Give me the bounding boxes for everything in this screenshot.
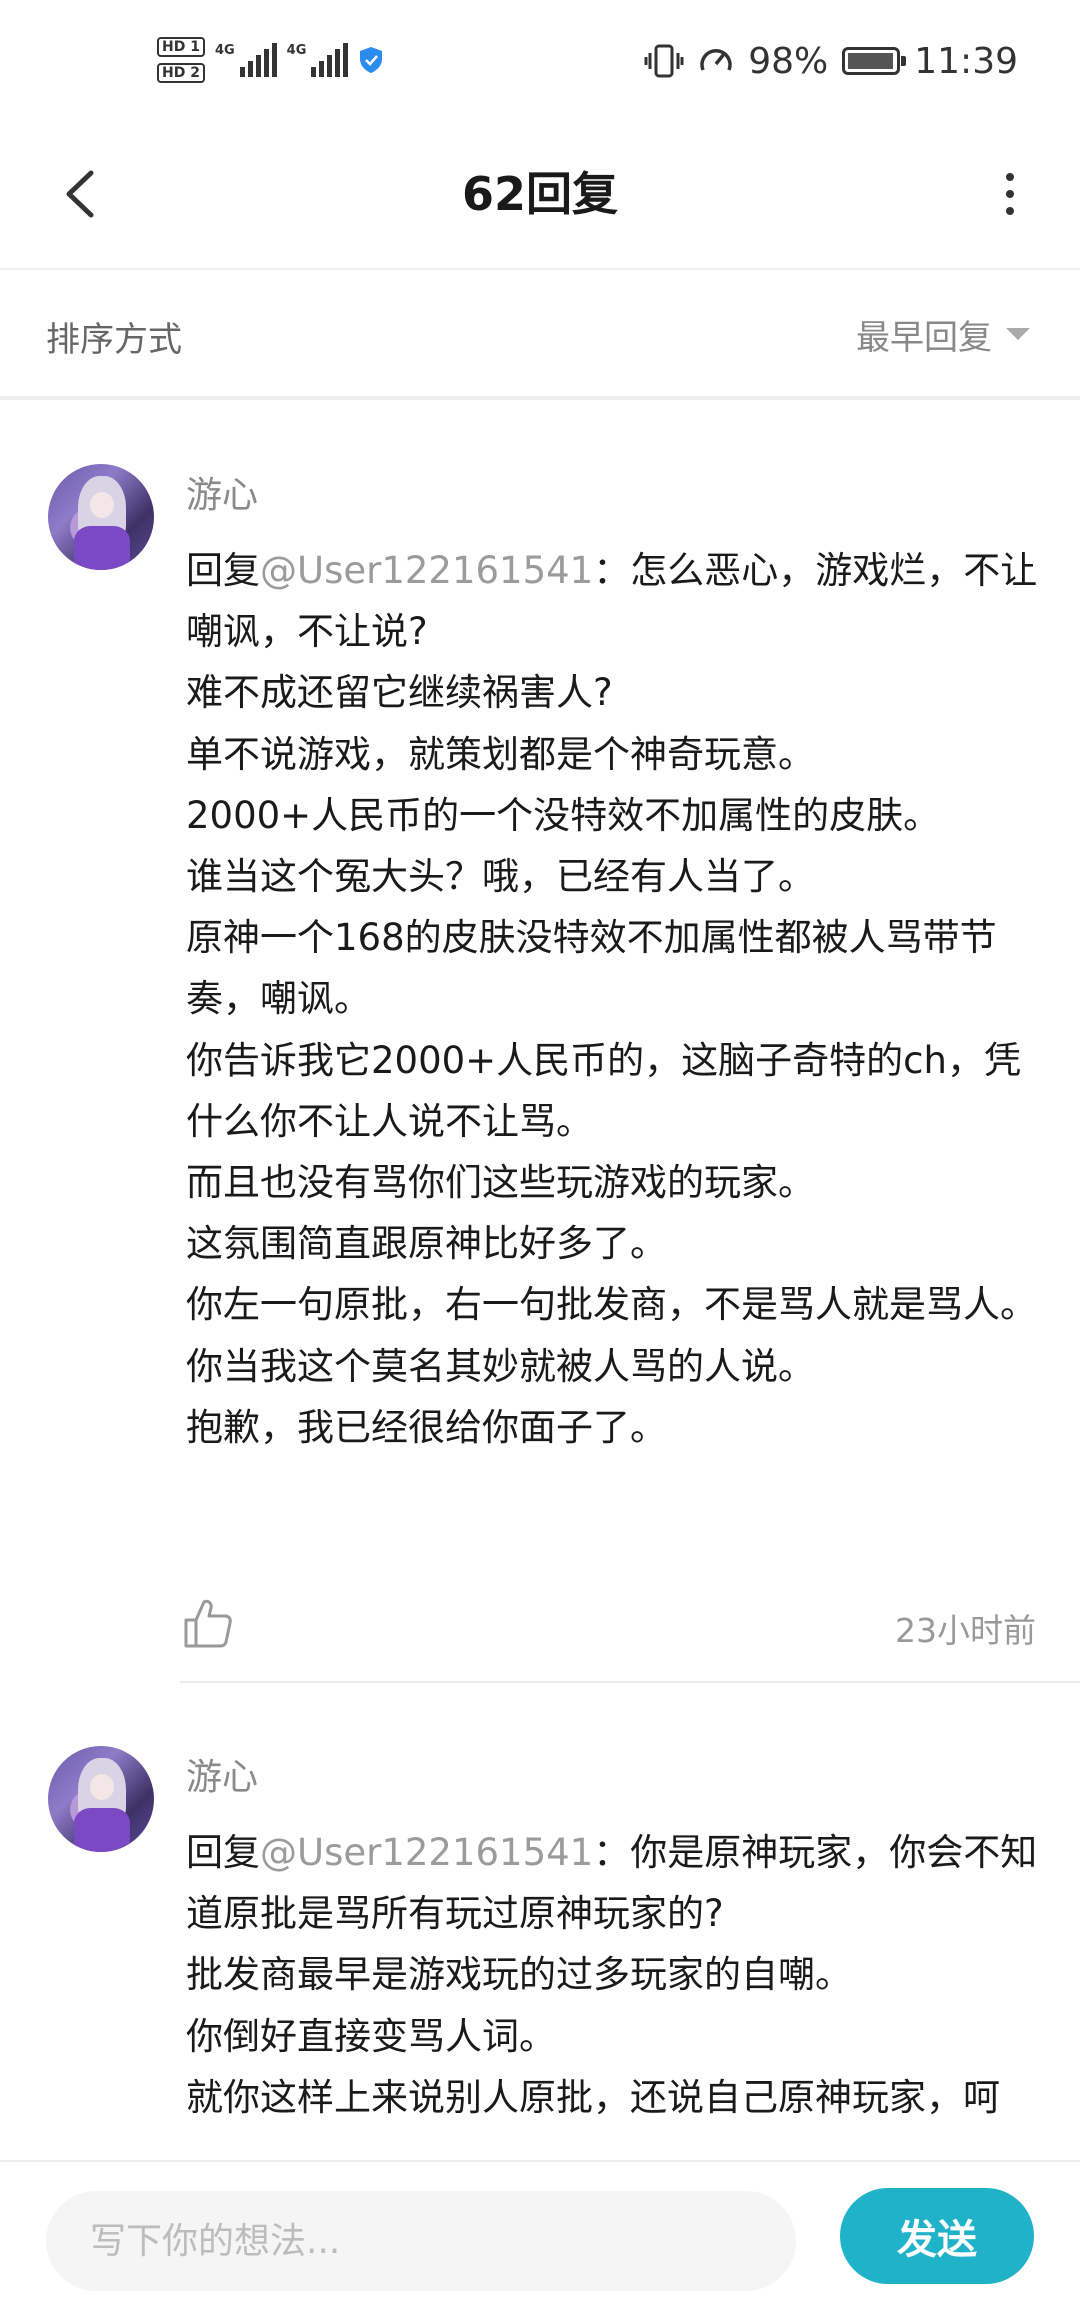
reply-line: 谁当这个冤大头？哦，已经有人当了。 [186,855,815,899]
sort-dropdown[interactable]: 最早回复 [856,306,1030,362]
page-title: 62回复 [461,167,618,221]
mention-link[interactable]: @User122161541 [260,549,593,592]
divider [180,1681,1080,1683]
reply-line: 就你这样上来说别人原批，还说自己原神玩家，呵 [186,2075,1000,2119]
reply-line: 你告诉我它2000+人民币的，这脑子奇特的ch，凭什么你不让人说不让骂。 [186,1038,1021,1143]
shield-icon [360,47,383,73]
sim2-badge: HD 2 [157,63,205,83]
network2-label: 4G [286,43,307,58]
signal-icon-2: 4G [287,43,349,77]
avatar[interactable] [48,464,154,570]
top-bar: 62回复 [0,120,1080,270]
caret-down-icon [1006,328,1030,340]
reply-line: 而且也没有骂你们这些玩游戏的玩家。 [186,1161,815,1205]
clock: 11:39 [914,40,1018,82]
reply-prefix: 回复 [186,1831,260,1874]
battery-percent: 98% [748,40,829,82]
send-button[interactable]: 发送 [840,2188,1034,2284]
more-vertical-icon [1006,173,1014,181]
mention-link[interactable]: @User122161541 [260,1831,593,1874]
sim-indicators: HD 1 HD 2 [157,37,205,83]
battery-icon [842,47,907,75]
reply-line: 2000+人民币的一个没特效不加属性的皮肤。 [186,793,941,837]
sort-selected-value: 最早回复 [856,317,992,358]
avatar[interactable] [48,1746,154,1852]
comment-composer: 发送 [0,2160,1080,2312]
reply-first-line: 回复@User122161541：你是原神玩家，你会不知道原批是骂所有玩过原神玩… [186,1822,1040,1944]
reply-prefix: 回复 [186,549,260,592]
reply-line: 单不说游戏，就策划都是个神奇玩意。 [186,732,815,776]
reply-line: 批发商最早是游戏玩的过多玩家的自嘲。 [186,1953,852,1997]
reply-line: 难不成还留它继续祸害人? [186,671,613,715]
vibrate-icon [644,44,684,78]
status-bar: HD 1 HD 2 4G 4G 98% 11:39 [0,0,1080,120]
reply-content: 回复@User122161541：你是原神玩家，你会不知道原批是骂所有玩过原神玩… [186,1822,1040,2128]
username[interactable]: 游心 [186,1748,258,1800]
reply-content: 回复@User122161541：怎么恶心，游戏烂，不让嘲讽，不让说? 难不成还… [186,540,1040,1458]
speed-icon [700,49,732,71]
thumbs-up-icon[interactable] [182,1596,234,1652]
username[interactable]: 游心 [186,466,258,518]
sort-bar: 排序方式 最早回复 [0,270,1080,400]
status-right: 98% 11:39 [644,36,1018,86]
reply-line: 抱歉，我已经很给你面子了。 [186,1405,667,1449]
sim1-badge: HD 1 [157,37,205,57]
reply-line: 你左一句原批，右一句批发商，不是骂人就是骂人。 [186,1283,1037,1327]
reply-line: 原神一个168的皮肤没特效不加属性都被人骂带节奏，嘲讽。 [186,916,997,1021]
reply-line: 你倒好直接变骂人词。 [186,2014,556,2058]
more-button[interactable] [970,154,1050,234]
reply-actions: 23小时前 [182,1596,1042,1656]
sort-label: 排序方式 [46,320,182,360]
reply-line: 你当我这个莫名其妙就被人骂的人说。 [186,1344,815,1388]
signal-icon: 4G [215,43,277,77]
reply-line: 这氛围简直跟原神比好多了。 [186,1222,667,1266]
comment-input[interactable] [46,2191,796,2291]
reply-list[interactable]: 游心 回复@User122161541：怎么恶心，游戏烂，不让嘲讽，不让说? 难… [0,400,1080,2160]
status-left: HD 1 HD 2 4G 4G [157,30,384,90]
reply-first-line: 回复@User122161541：怎么恶心，游戏烂，不让嘲讽，不让说? [186,540,1040,662]
reply-time: 23小时前 [895,1611,1036,1650]
network1-label: 4G [214,43,235,58]
